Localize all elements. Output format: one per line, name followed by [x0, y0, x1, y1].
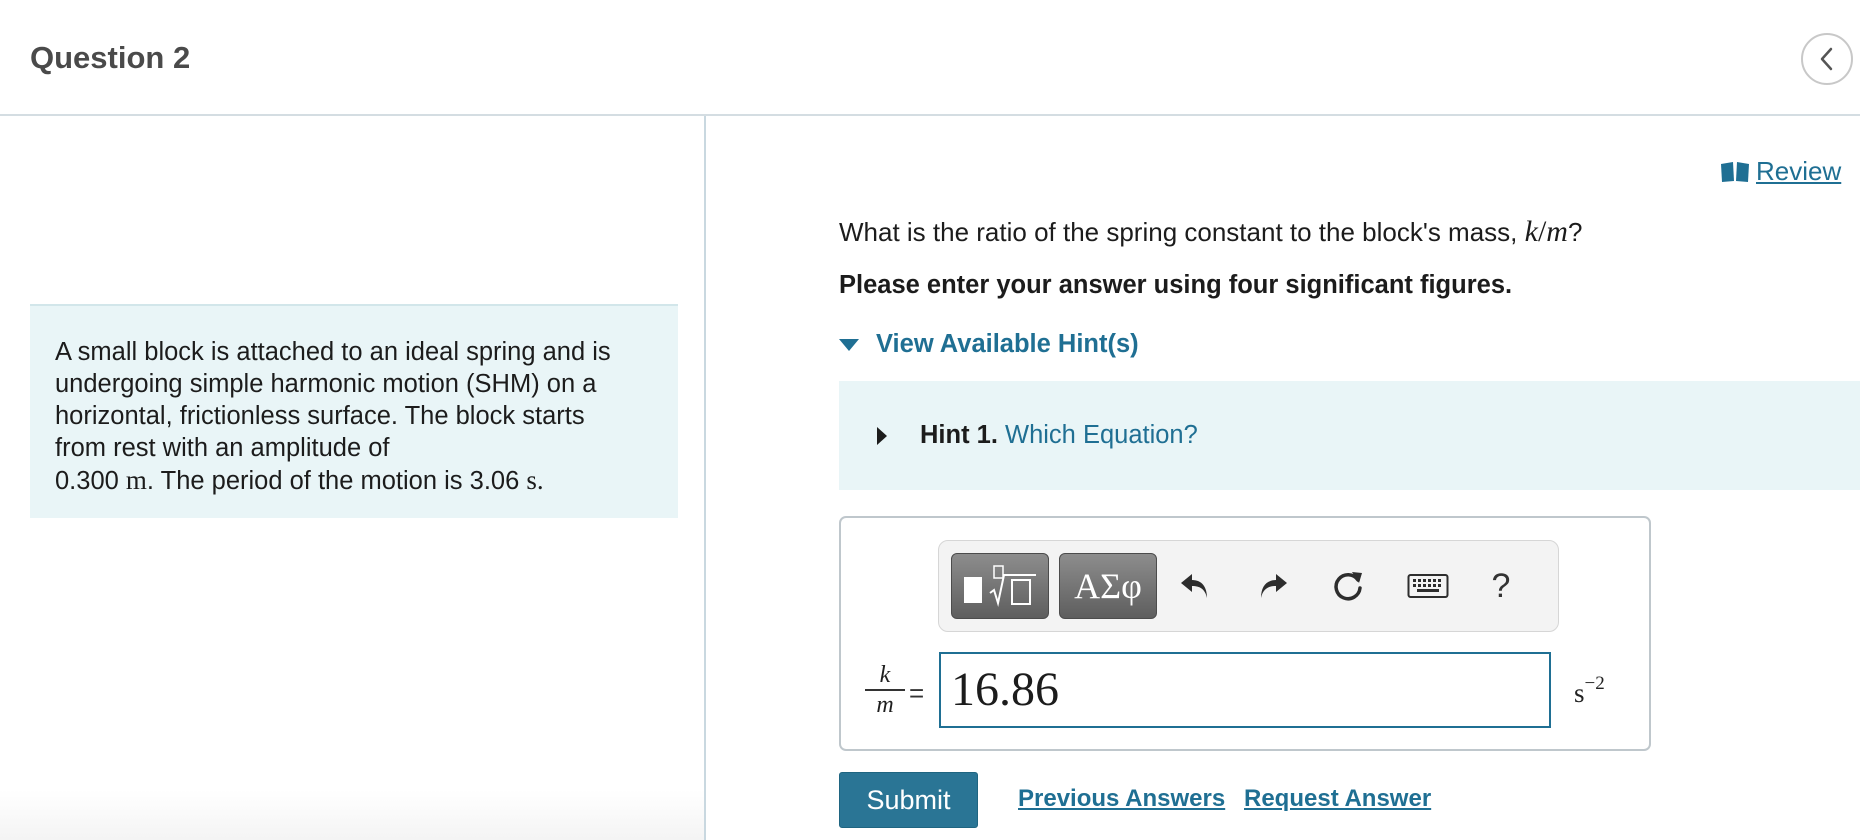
undo-button[interactable] — [1167, 553, 1223, 619]
help-label: ? — [1491, 566, 1511, 605]
review-link[interactable]: Review — [1720, 156, 1841, 187]
templates-icon — [964, 565, 1036, 607]
caret-right-icon — [877, 426, 887, 445]
review-label: Review — [1756, 156, 1842, 186]
request-answer-link[interactable]: Request Answer — [1244, 785, 1431, 813]
panel-divider — [704, 116, 706, 840]
symbols-label: ΑΣφ — [1074, 566, 1142, 606]
left-panel-footer — [0, 790, 704, 840]
answer-unit: s−2 — [1574, 673, 1605, 708]
amplitude-value: 0.300 — [55, 467, 119, 495]
problem-line: horizontal, frictionless surface. The bl… — [55, 402, 585, 430]
hint-title: Which Equation? — [1005, 421, 1198, 449]
answer-panel: ΑΣφ ? k m = 16.86 s−2 — [839, 516, 1651, 751]
symbols-button[interactable]: ΑΣφ — [1059, 553, 1157, 619]
fraction-denominator: m — [876, 691, 894, 718]
view-hints-toggle[interactable]: View Available Hint(s) — [838, 330, 1139, 359]
redo-button[interactable] — [1245, 553, 1301, 619]
page-title: Question 2 — [30, 40, 191, 75]
answer-variable: k m — [865, 662, 905, 718]
previous-answers-link[interactable]: Previous Answers — [1018, 785, 1225, 813]
help-button[interactable]: ? — [1473, 553, 1529, 619]
redo-icon — [1261, 574, 1287, 598]
fraction-bar — [865, 689, 905, 691]
amplitude-unit: m — [125, 465, 147, 495]
answer-input[interactable]: 16.86 — [939, 652, 1551, 728]
problem-line: undergoing simple harmonic motion (SHM) … — [55, 370, 597, 398]
unit-exponent: −2 — [1584, 673, 1605, 694]
collapse-button[interactable] — [1801, 33, 1853, 85]
period-unit: s. — [526, 465, 544, 495]
keyboard-icon — [1407, 574, 1449, 598]
equals-sign: = — [909, 678, 925, 708]
problem-line: 0.300 m. The period of the motion is 3.0… — [55, 464, 653, 497]
period-text: . The period of the motion is 3.06 — [146, 467, 520, 495]
reset-icon — [1334, 572, 1362, 601]
question-text: What is the ratio of the spring constant… — [839, 215, 1583, 248]
math-k: k — [1524, 215, 1538, 248]
math-toolbar: ΑΣφ ? — [938, 540, 1559, 632]
hint-number: Hint 1. — [920, 421, 998, 449]
hint-item-1[interactable]: Hint 1. Which Equation? — [839, 381, 1860, 490]
view-hints-label: View Available Hint(s) — [876, 330, 1139, 358]
header-bar: Question 2 — [0, 0, 1860, 116]
reset-button[interactable] — [1320, 553, 1376, 619]
book-icon — [1721, 161, 1749, 182]
problem-statement: A small block is attached to an ideal sp… — [30, 304, 678, 518]
templates-button[interactable] — [951, 553, 1049, 619]
keyboard-button[interactable] — [1397, 553, 1459, 619]
problem-line: from rest with an amplitude of — [55, 434, 390, 462]
undo-icon — [1181, 574, 1207, 598]
chevron-left-icon — [1820, 47, 1833, 71]
submit-button[interactable]: Submit — [839, 772, 978, 828]
instruction-text: Please enter your answer using four sign… — [839, 271, 1513, 299]
caret-down-icon — [839, 338, 859, 351]
question-end: ? — [1567, 217, 1583, 247]
problem-line: A small block is attached to an ideal sp… — [55, 338, 611, 366]
fraction-numerator: k — [879, 662, 891, 688]
math-m: m — [1546, 215, 1568, 248]
